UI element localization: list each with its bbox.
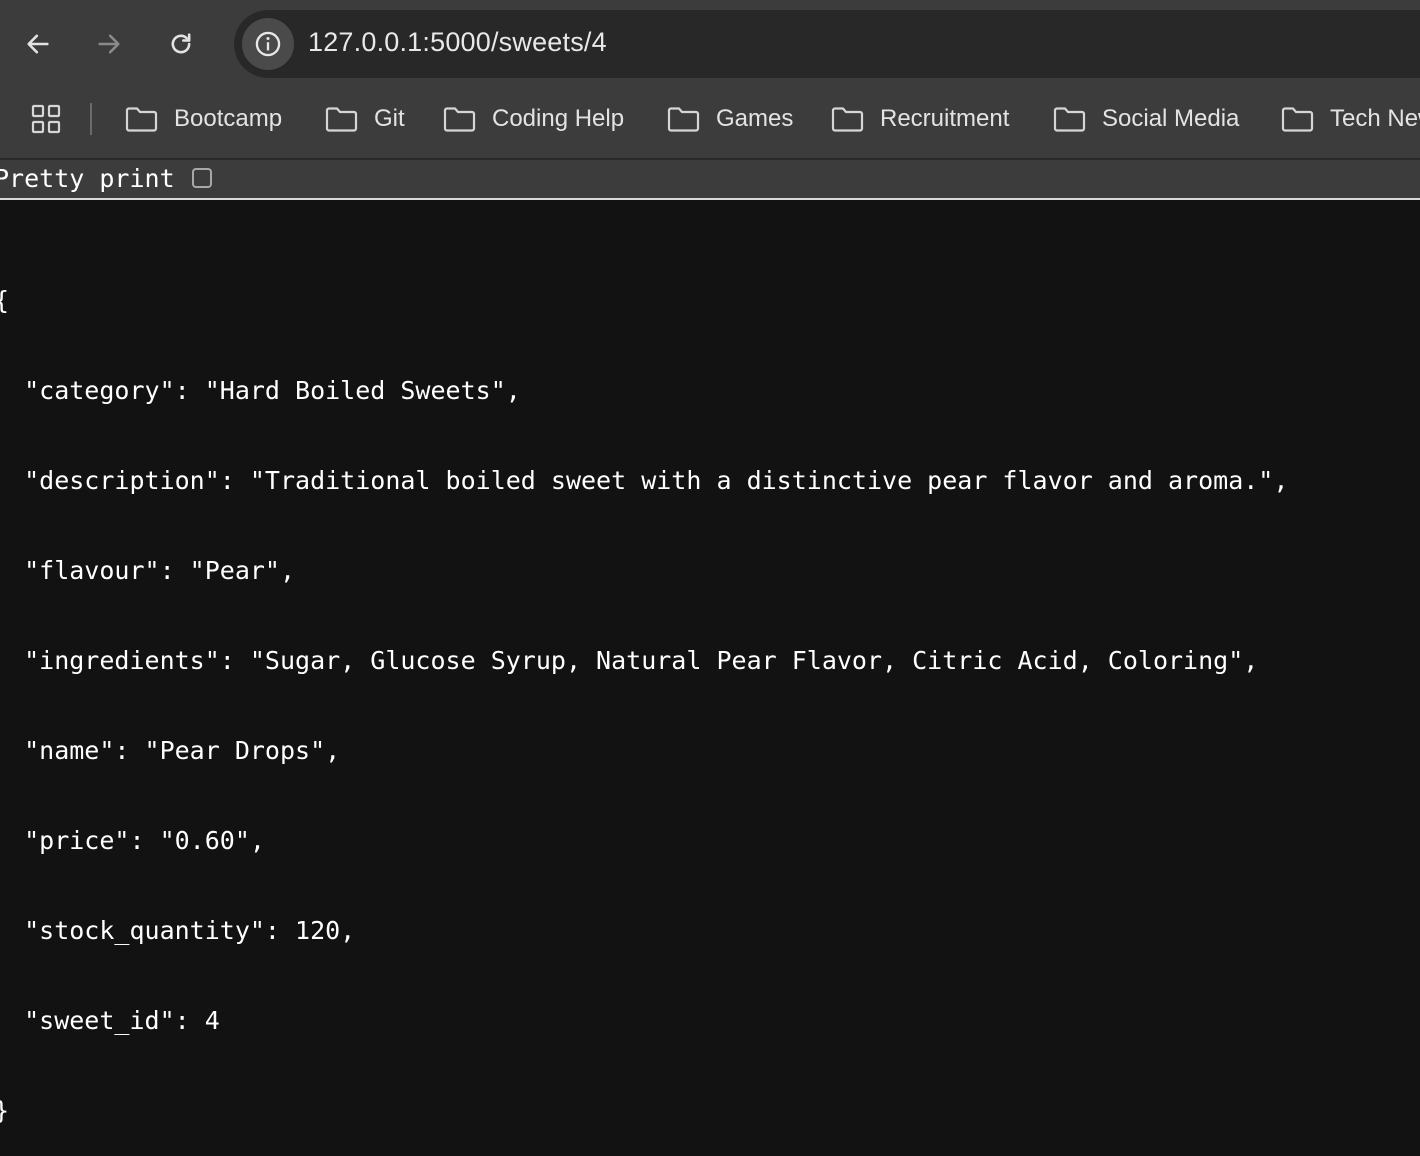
address-bar[interactable]: 127.0.0.1:5000/sweets/4 bbox=[234, 10, 1420, 78]
bookmark-label: Coding Help bbox=[492, 105, 625, 132]
json-line: { bbox=[0, 286, 1288, 316]
reload-icon bbox=[171, 33, 191, 54]
reload-button[interactable] bbox=[163, 26, 199, 62]
json-line: "name": "Pear Drops", bbox=[0, 736, 341, 765]
json-line: "ingredients": "Sugar, Glucose Syrup, Na… bbox=[0, 646, 1259, 675]
json-line: "category": "Hard Boiled Sweets", bbox=[0, 376, 521, 405]
bookmark-social-media[interactable]: Social Media bbox=[1053, 102, 1239, 136]
pretty-print-checkbox[interactable] bbox=[192, 168, 212, 188]
json-line: "description": "Traditional boiled sweet… bbox=[0, 466, 1289, 495]
site-info-button[interactable] bbox=[242, 18, 294, 70]
pretty-print-bar: Pretty print bbox=[0, 160, 1420, 200]
apps-grid-icon[interactable] bbox=[31, 104, 61, 134]
folder-icon bbox=[1281, 107, 1314, 132]
bookmark-label: Git bbox=[374, 105, 405, 132]
info-icon bbox=[255, 31, 281, 57]
url-text[interactable]: 127.0.0.1:5000/sweets/4 bbox=[308, 27, 607, 58]
bookmark-games[interactable]: Games bbox=[667, 102, 793, 136]
folder-icon bbox=[667, 107, 700, 132]
bookmark-label: Recruitment bbox=[880, 105, 1010, 132]
bookmark-bootcamp[interactable]: Bootcamp bbox=[125, 102, 282, 136]
pretty-print-label: Pretty print bbox=[0, 164, 175, 193]
json-line: "sweet_id": 4 bbox=[0, 1006, 220, 1035]
bookmark-label: Tech News bbox=[1330, 105, 1420, 132]
forward-button[interactable] bbox=[91, 26, 127, 62]
bookmark-label: Social Media bbox=[1102, 105, 1240, 132]
arrow-left-icon bbox=[27, 34, 49, 54]
bookmarks-divider bbox=[90, 103, 92, 135]
bookmark-label: Bootcamp bbox=[174, 105, 283, 132]
bookmark-coding-help[interactable]: Coding Help bbox=[443, 102, 624, 136]
folder-icon bbox=[443, 107, 476, 132]
json-line: "flavour": "Pear", bbox=[0, 556, 296, 585]
bookmarks-bar: Bootcamp Git Coding Help Games Recruitme… bbox=[0, 88, 1420, 160]
browser-toolbar: 127.0.0.1:5000/sweets/4 bbox=[0, 0, 1420, 88]
bookmark-tech-news[interactable]: Tech News bbox=[1281, 102, 1420, 136]
back-button[interactable] bbox=[20, 26, 56, 62]
bookmark-git[interactable]: Git bbox=[325, 102, 405, 136]
json-line: } bbox=[0, 1096, 1288, 1126]
folder-icon bbox=[325, 107, 358, 132]
folder-icon bbox=[125, 107, 158, 132]
json-viewer: { "category": "Hard Boiled Sweets", "des… bbox=[0, 226, 1288, 1156]
json-line: "price": "0.60", bbox=[0, 826, 265, 855]
bookmark-recruitment[interactable]: Recruitment bbox=[831, 102, 1009, 136]
bookmark-label: Games bbox=[716, 105, 794, 132]
json-line: "stock_quantity": 120, bbox=[0, 916, 356, 945]
folder-icon bbox=[1053, 107, 1086, 132]
folder-icon bbox=[831, 107, 864, 132]
arrow-right-icon bbox=[98, 34, 120, 54]
